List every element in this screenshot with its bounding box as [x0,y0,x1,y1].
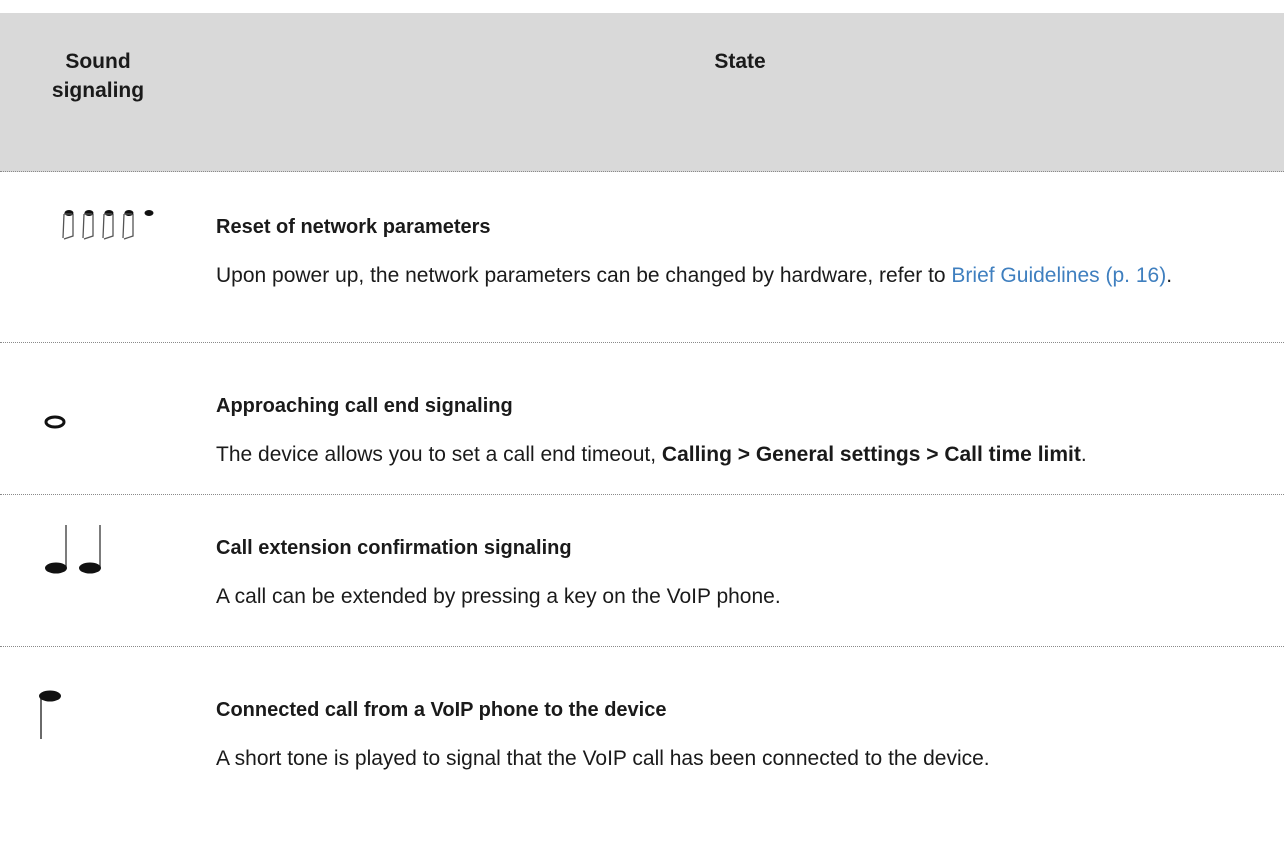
state-title: Approaching call end signaling [216,395,513,417]
table-row: Call extension confirmation signaling A … [0,495,1284,647]
sound-cell [0,172,196,342]
table-row: Reset of network parameters Upon power u… [0,172,1284,343]
state-cell: Reset of network parameters Upon power u… [216,172,1274,292]
state-title: Connected call from a VoIP phone to the … [216,699,667,721]
two-quarter-notes-icon [45,525,101,574]
state-title: Reset of network parameters [216,216,491,238]
brief-guidelines-link[interactable]: Brief Guidelines (p. 16) [951,264,1166,287]
state-cell: Call extension confirmation signaling A … [216,495,1274,613]
settings-path: Calling > General settings > Call time l… [661,443,1081,466]
column-header-state: State [714,50,766,73]
column-header-sound-signaling: Sound signaling [51,50,145,102]
state-description: Upon power up, the network parameters ca… [216,264,1173,287]
four-eighth-notes-icon [62,210,154,240]
state-description: A call can be extended by pressing a key… [216,585,781,608]
table-header: Sound signaling State [0,13,1284,172]
table-row: Connected call from a VoIP phone to the … [0,647,1284,847]
state-cell: Connected call from a VoIP phone to the … [216,647,1274,775]
state-description: The device allows you to set a call end … [216,443,1087,466]
whole-note-icon [44,415,66,429]
table-row: Approaching call end signaling The devic… [0,343,1284,495]
sound-cell [0,495,196,646]
state-description: A short tone is played to signal that th… [216,747,990,770]
single-inverted-quarter-note-icon [39,690,61,739]
state-cell: Approaching call end signaling The devic… [216,343,1274,471]
sound-cell [0,343,196,494]
sound-signaling-table: Sound signaling State Reset of network p… [0,13,1284,847]
state-title: Call extension confirmation signaling [216,537,572,559]
sound-cell [0,647,196,847]
